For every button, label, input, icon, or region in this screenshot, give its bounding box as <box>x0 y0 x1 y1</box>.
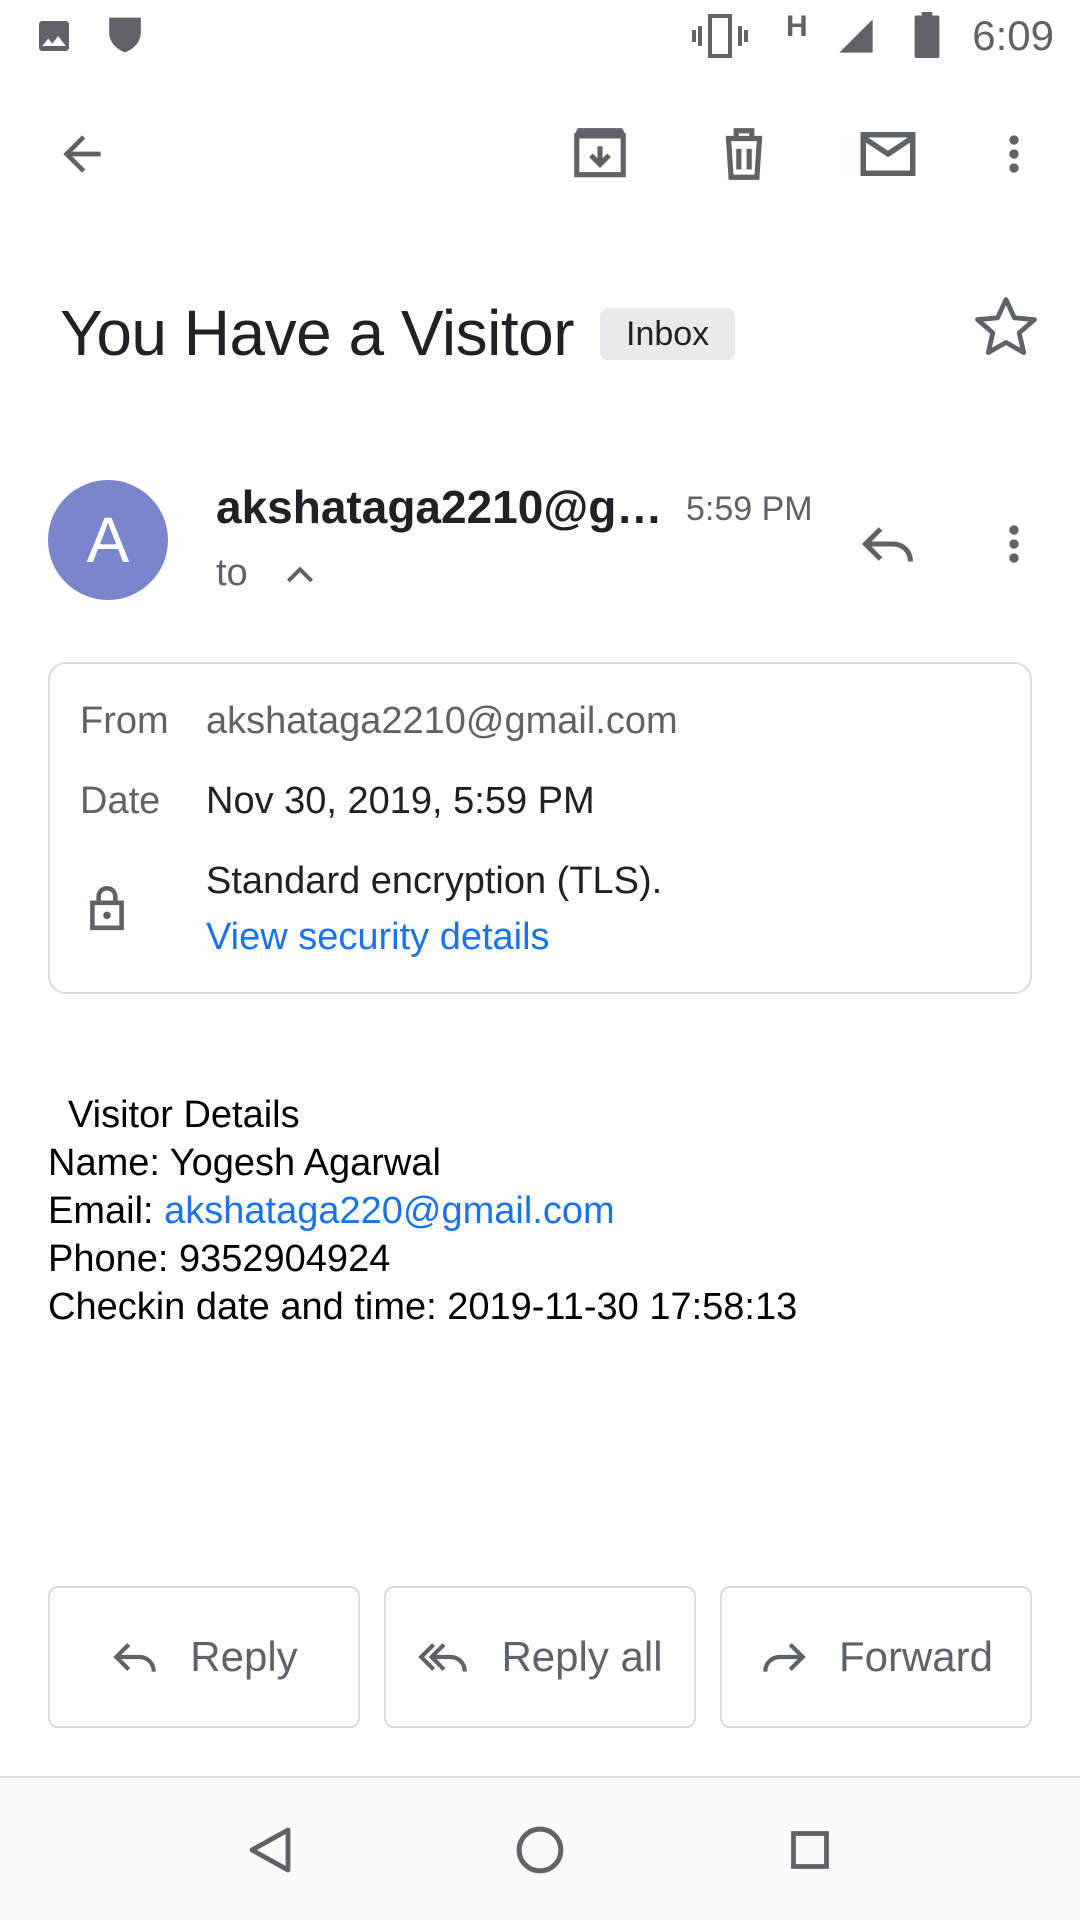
archive-icon <box>574 128 626 178</box>
nav-home-icon <box>516 1826 564 1874</box>
delete-icon <box>725 128 763 180</box>
nav-recents-button[interactable] <box>768 1808 852 1892</box>
message-details-card: From akshataga2210@gmail.com Date Nov 30… <box>48 662 1032 994</box>
signal-icon <box>836 16 876 56</box>
battery-icon <box>912 12 942 58</box>
reply-all-button-label: Reply all <box>501 1633 663 1680</box>
body-phone-line: Phone: 9352904924 <box>48 1238 391 1280</box>
status-bar: H 6:09 <box>0 0 1080 76</box>
back-button[interactable] <box>34 106 130 202</box>
image-icon <box>34 16 74 56</box>
more-vert-icon <box>1009 525 1019 563</box>
body-email-link[interactable]: akshataga220@gmail.com <box>164 1190 615 1232</box>
body-email-line: Email: akshataga220@gmail.com <box>48 1190 615 1233</box>
status-time: 6:09 <box>972 12 1054 59</box>
sender-name: akshataga2210@gmail.com <box>216 481 666 533</box>
reply-button[interactable]: Reply <box>48 1586 360 1728</box>
shield-icon <box>106 14 144 56</box>
network-type-label: H <box>786 10 808 43</box>
from-value[interactable]: akshataga2210@gmail.com <box>206 700 678 743</box>
email-subject: You Have a Visitor <box>60 297 575 369</box>
reply-icon <box>861 527 913 562</box>
forward-icon <box>763 1643 806 1672</box>
vibrate-icon <box>692 12 748 60</box>
recipients-label[interactable]: to <box>216 552 248 595</box>
nav-back-icon <box>249 1827 291 1873</box>
nav-home-button[interactable] <box>498 1808 582 1892</box>
body-email-label: Email: <box>48 1190 165 1232</box>
more-vert-icon <box>1009 135 1019 173</box>
more-options-button[interactable] <box>966 106 1062 202</box>
inbox-label-chip[interactable]: Inbox <box>600 308 736 360</box>
forward-button[interactable]: Forward <box>720 1586 1032 1728</box>
star-button[interactable] <box>970 292 1042 364</box>
reply-button-label: Reply <box>190 1633 298 1680</box>
body-checkin-line: Checkin date and time: 2019-11-30 17:58:… <box>48 1286 798 1328</box>
forward-button-label: Forward <box>838 1633 994 1680</box>
reply-icon <box>113 1643 157 1672</box>
from-label: From <box>80 700 169 742</box>
date-label: Date <box>80 780 161 822</box>
collapse-details-button[interactable] <box>280 556 320 596</box>
reply-all-icon <box>418 1643 468 1672</box>
archive-button[interactable] <box>552 106 648 202</box>
email-time: 5:59 PM <box>686 490 813 528</box>
reply-icon-button[interactable] <box>842 498 934 590</box>
view-security-details-link[interactable]: View security details <box>206 916 550 959</box>
chevron-up-icon <box>286 566 314 583</box>
system-navigation-bar <box>0 1776 1080 1920</box>
nav-recents-icon <box>791 1831 829 1869</box>
nav-back-button[interactable] <box>228 1808 312 1892</box>
mark-unread-button[interactable] <box>840 106 936 202</box>
body-name-line: Name: Yogesh Agarwal <box>48 1142 441 1184</box>
sender-avatar[interactable]: A <box>48 480 168 600</box>
reply-all-button[interactable]: Reply all <box>384 1586 696 1728</box>
back-arrow-icon <box>63 135 101 173</box>
star-icon <box>975 297 1037 355</box>
encryption-text: Standard encryption (TLS). <box>206 860 663 902</box>
message-more-button[interactable] <box>966 498 1062 590</box>
mail-icon <box>860 132 916 176</box>
date-value: Nov 30, 2019, 5:59 PM <box>206 780 595 822</box>
delete-button[interactable] <box>696 106 792 202</box>
body-heading: Visitor Details <box>68 1094 300 1136</box>
lock-icon <box>84 882 130 932</box>
top-toolbar <box>0 96 1080 216</box>
